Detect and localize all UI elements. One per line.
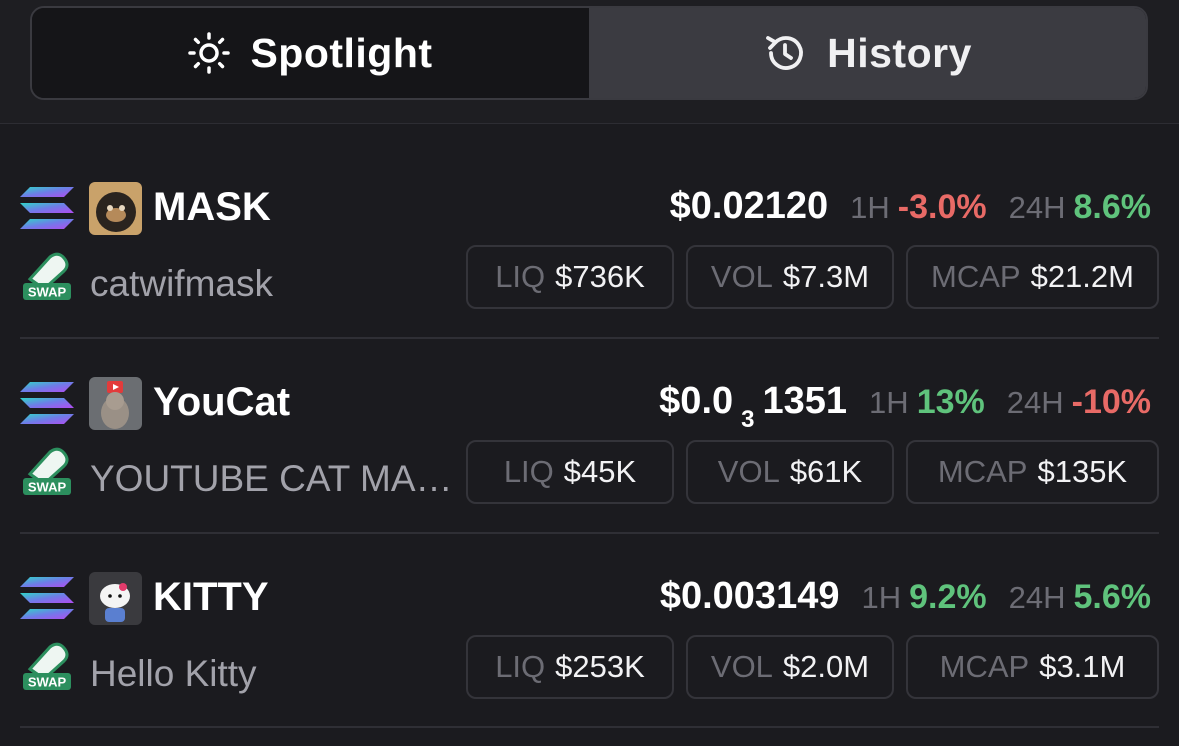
- vol-label: VOL: [710, 259, 773, 294]
- mcap-label: MCAP: [939, 649, 1030, 684]
- token-row[interactable]: KITTY SWAP Hello Kitty $0.003149 1H 9.2% 24H 5.…: [0, 532, 1179, 727]
- solana-icon: [20, 379, 74, 427]
- tab-spotlight[interactable]: Spotlight: [32, 8, 589, 98]
- token-name: catwifmask: [90, 263, 273, 304]
- liq-value: $253K: [555, 649, 645, 684]
- tab-switcher: Spotlight History: [30, 6, 1148, 100]
- row-divider: [20, 532, 1159, 534]
- price-zero-count: 3: [741, 406, 755, 433]
- token-symbol: MASK: [153, 185, 271, 229]
- change-24h-label: 24H: [1008, 190, 1066, 225]
- svg-text:SWAP: SWAP: [28, 675, 67, 690]
- change-1h-label: 1H: [861, 580, 902, 615]
- token-row[interactable]: MASK SWAP catwifmask $0.02120 1H -3.0% 24H 8.6%…: [0, 142, 1179, 337]
- solana-icon: [20, 574, 74, 622]
- liquidity-pill: LIQ $736K: [466, 245, 674, 309]
- price-change-group: $0.003149 1H 9.2% 24H 5.6%: [660, 577, 1151, 615]
- mcap-value: $21.2M: [1030, 259, 1134, 294]
- volume-pill: VOL $2.0M: [686, 635, 894, 699]
- swap-icon[interactable]: SWAP: [20, 639, 74, 693]
- market-cap-pill: MCAP $135K: [906, 440, 1159, 504]
- token-row[interactable]: YouCat SWAP YOUTUBE CAT MA… $0.0 3 1351 1H 13% 2…: [0, 337, 1179, 532]
- token-price: $0.02120: [670, 187, 829, 225]
- mcap-label: MCAP: [931, 259, 1021, 294]
- token-price: $0.003149: [660, 577, 840, 615]
- price-value: $0.003149: [659, 575, 840, 617]
- price-change-group: $0.0 3 1351 1H 13% 24H -10%: [659, 382, 1151, 432]
- swap-icon[interactable]: SWAP: [20, 249, 74, 303]
- liq-label: LIQ: [495, 259, 546, 294]
- price-change-group: $0.02120 1H -3.0% 24H 8.6%: [670, 187, 1151, 225]
- token-price: $0.0 3 1351: [659, 382, 847, 432]
- change-24h-value: -10%: [1071, 383, 1151, 421]
- change-1h-value: 9.2%: [909, 578, 987, 616]
- token-name: YOUTUBE CAT MA…: [90, 458, 453, 499]
- price-tail: 1351: [762, 380, 848, 422]
- volume-pill: VOL $7.3M: [686, 245, 894, 309]
- liq-value: $45K: [563, 454, 637, 489]
- tab-history-label: History: [827, 29, 972, 76]
- change-24h-label: 24H: [1006, 385, 1064, 420]
- token-avatar: [89, 377, 142, 430]
- token-avatar: [89, 182, 142, 235]
- change-1h-label: 1H: [869, 385, 909, 420]
- liq-label: LIQ: [503, 454, 554, 489]
- vol-value: $61K: [789, 454, 863, 489]
- price-value: $0.02120: [669, 185, 829, 227]
- liq-value: $736K: [555, 259, 645, 294]
- token-avatar: [89, 572, 142, 625]
- mcap-label: MCAP: [937, 454, 1028, 489]
- history-icon: [766, 36, 803, 70]
- liquidity-pill: LIQ $253K: [466, 635, 674, 699]
- svg-text:SWAP: SWAP: [28, 285, 67, 300]
- vol-label: VOL: [717, 454, 780, 489]
- volume-pill: VOL $61K: [686, 440, 894, 504]
- token-symbol: YouCat: [153, 380, 291, 424]
- svg-text:SWAP: SWAP: [28, 480, 67, 495]
- price-value: $0.0: [659, 380, 734, 422]
- change-24h-value: 8.6%: [1073, 188, 1152, 226]
- change-1h-label: 1H: [850, 190, 890, 225]
- liquidity-pill: LIQ $45K: [466, 440, 674, 504]
- liq-label: LIQ: [495, 649, 546, 684]
- solana-icon: [20, 184, 74, 232]
- row-divider: [20, 337, 1159, 339]
- change-1h-value: -3.0%: [897, 188, 987, 226]
- token-name: Hello Kitty: [90, 653, 257, 694]
- sun-icon: [188, 32, 231, 74]
- market-cap-pill: MCAP $21.2M: [906, 245, 1159, 309]
- vol-value: $2.0M: [782, 649, 870, 684]
- token-symbol: KITTY: [153, 575, 269, 619]
- change-24h-label: 24H: [1008, 580, 1066, 615]
- change-24h-value: 5.6%: [1073, 578, 1152, 616]
- vol-value: $7.3M: [782, 259, 870, 294]
- mcap-value: $135K: [1037, 454, 1128, 489]
- row-divider: [20, 726, 1159, 728]
- top-bar: Spotlight History: [0, 0, 1179, 124]
- tab-history[interactable]: History: [589, 8, 1146, 98]
- mcap-value: $3.1M: [1039, 649, 1126, 684]
- market-cap-pill: MCAP $3.1M: [906, 635, 1159, 699]
- vol-label: VOL: [710, 649, 773, 684]
- swap-icon[interactable]: SWAP: [20, 444, 74, 498]
- change-1h-value: 13%: [916, 383, 985, 421]
- tab-spotlight-label: Spotlight: [250, 29, 433, 76]
